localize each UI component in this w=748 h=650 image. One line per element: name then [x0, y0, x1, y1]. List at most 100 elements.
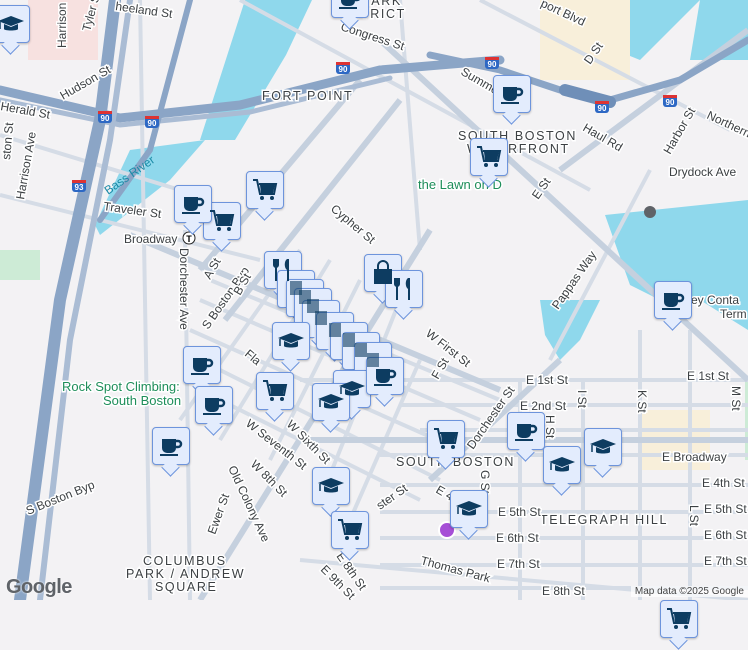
svg-text:I St: I St	[575, 390, 589, 409]
svg-text:heeland St: heeland St	[115, 0, 174, 21]
coffee-icon	[374, 369, 397, 386]
map-canvas[interactable]: 90 90 90 90 90 90 93 FORT POINT SOUTH BO…	[0, 0, 748, 600]
svg-text:E 1st St: E 1st St	[687, 369, 730, 383]
svg-text:E 7th St: E 7th St	[704, 554, 747, 568]
google-logo: Google	[6, 576, 72, 598]
coffee-icon	[160, 439, 183, 456]
coffee-icon	[515, 424, 538, 441]
transit-label: T	[186, 234, 192, 244]
svg-text:E Broadway: E Broadway	[662, 450, 727, 464]
school-marker[interactable]	[0, 5, 30, 43]
svg-text:E 5th St: E 5th St	[704, 502, 747, 516]
svg-text:E 5th St: E 5th St	[498, 505, 541, 519]
ferry-icon[interactable]	[644, 206, 656, 218]
svg-text:90: 90	[598, 104, 607, 113]
school-icon	[318, 478, 344, 493]
svg-text:Harbor St: Harbor St	[660, 104, 698, 156]
svg-text:E 8th St: E 8th St	[542, 584, 585, 598]
cart-marker[interactable]	[256, 372, 294, 410]
svg-text:H St: H St	[543, 415, 557, 439]
svg-text:Northern: Northern	[705, 108, 748, 140]
svg-text:90: 90	[148, 119, 157, 128]
cart-marker[interactable]	[331, 511, 369, 549]
svg-text:Harrison: Harrison	[55, 3, 69, 48]
cart-icon	[667, 608, 692, 629]
svg-text:FORT POINT: FORT POINT	[262, 89, 353, 103]
svg-text:PARK / ANDREW: PARK / ANDREW	[126, 567, 245, 581]
school-icon	[456, 501, 482, 516]
svg-text:E 6th St: E 6th St	[704, 528, 747, 542]
svg-text:93: 93	[75, 183, 84, 192]
svg-text:Broadway: Broadway	[124, 232, 177, 246]
svg-text:L St: L St	[687, 505, 701, 527]
coffee-marker[interactable]	[152, 427, 190, 465]
svg-text:Term: Term	[720, 307, 747, 321]
coffee-icon	[662, 293, 685, 310]
school-marker[interactable]	[543, 446, 581, 484]
svg-text:Ewer St: Ewer St	[205, 491, 233, 536]
park	[0, 250, 40, 280]
svg-text:Dorchester Ave: Dorchester Ave	[177, 248, 191, 330]
school-marker[interactable]	[272, 322, 310, 360]
svg-text:E 4th St: E 4th St	[702, 476, 745, 490]
school-icon	[318, 394, 344, 409]
svg-text:A St: A St	[200, 255, 223, 282]
svg-text:Cypher St: Cypher St	[328, 202, 378, 247]
school-icon	[549, 457, 575, 472]
cart-marker[interactable]	[470, 138, 508, 176]
svg-text:K St: K St	[635, 390, 649, 413]
coffee-icon	[191, 358, 214, 375]
school-marker[interactable]	[312, 467, 350, 505]
coffee-marker[interactable]	[507, 412, 545, 450]
cart-marker[interactable]	[246, 171, 284, 209]
cart-marker[interactable]	[427, 420, 465, 458]
coffee-marker[interactable]	[654, 281, 692, 319]
coffee-icon	[182, 197, 205, 214]
svg-text:SQUARE: SQUARE	[155, 580, 217, 594]
coffee-icon	[203, 398, 226, 415]
svg-text:90: 90	[666, 98, 675, 107]
svg-text:E 6th St: E 6th St	[496, 531, 539, 545]
coffee-marker[interactable]	[174, 185, 212, 223]
svg-text:E 7th St: E 7th St	[497, 557, 540, 571]
cart-icon	[253, 179, 278, 200]
school-icon	[0, 16, 24, 31]
svg-text:E 2nd St: E 2nd St	[520, 399, 567, 413]
restaurant-marker[interactable]	[385, 270, 423, 308]
svg-text:ey Conta: ey Conta	[691, 293, 739, 307]
school-icon	[278, 333, 304, 348]
cart-marker[interactable]	[203, 202, 241, 240]
coffee-marker[interactable]	[331, 0, 369, 18]
svg-text:E 1st St: E 1st St	[526, 373, 569, 387]
cart-icon	[338, 519, 363, 540]
svg-text:90: 90	[101, 114, 110, 123]
svg-text:90: 90	[339, 65, 348, 74]
svg-text:Thomas Park: Thomas Park	[419, 553, 493, 585]
school-marker[interactable]	[584, 428, 622, 466]
school-marker[interactable]	[312, 383, 350, 421]
svg-text:COLUMBUS: COLUMBUS	[143, 554, 227, 568]
school-marker[interactable]	[450, 490, 488, 528]
school-icon	[590, 439, 616, 454]
coffee-marker[interactable]	[493, 75, 531, 113]
cart-icon	[263, 380, 288, 401]
coffee-icon	[501, 87, 524, 104]
coffee-icon	[339, 0, 360, 9]
svg-text:90: 90	[488, 60, 497, 69]
svg-text:M St: M St	[729, 386, 743, 411]
cart-icon	[477, 146, 502, 167]
coffee-marker[interactable]	[195, 386, 233, 424]
cart-marker[interactable]	[660, 600, 698, 638]
coffee-marker[interactable]	[183, 346, 221, 384]
cart-icon	[210, 210, 235, 231]
cart-icon	[434, 428, 459, 449]
coffee-marker[interactable]	[366, 357, 404, 395]
svg-text:TELEGRAPH HILL: TELEGRAPH HILL	[540, 513, 668, 527]
svg-text:Drydock Ave: Drydock Ave	[669, 165, 736, 179]
svg-text:South Boston: South Boston	[103, 393, 181, 408]
svg-text:Rock Spot Climbing:: Rock Spot Climbing:	[62, 379, 180, 394]
map-data-credit: Map data ©2025 Google	[630, 586, 748, 597]
svg-text:ston St: ston St	[0, 121, 16, 160]
restaurant-icon	[394, 278, 410, 300]
svg-text:Fla: Fla	[242, 347, 264, 369]
